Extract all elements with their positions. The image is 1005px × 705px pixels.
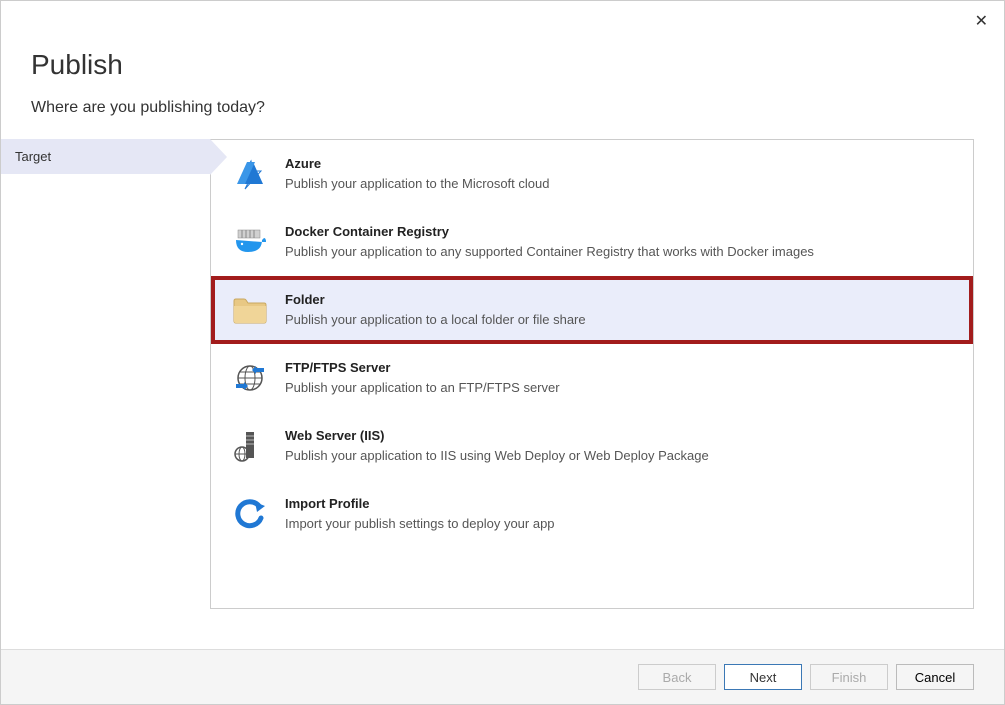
close-icon[interactable]: ✕ xyxy=(975,11,988,31)
folder-icon xyxy=(231,290,271,330)
option-title: Docker Container Registry xyxy=(285,222,814,242)
docker-icon xyxy=(231,222,271,262)
option-title: Folder xyxy=(285,290,586,310)
option-title: Web Server (IIS) xyxy=(285,426,709,446)
option-ftp[interactable]: FTP/FTPS Server Publish your application… xyxy=(211,344,973,412)
wizard-footer: Back Next Finish Cancel xyxy=(1,649,1004,704)
cancel-button[interactable]: Cancel xyxy=(896,664,974,690)
wizard-steps-sidebar: Target xyxy=(1,139,210,609)
page-subtitle: Where are you publishing today? xyxy=(31,99,974,117)
option-azure[interactable]: Azure Publish your application to the Mi… xyxy=(211,140,973,208)
azure-icon xyxy=(231,154,271,194)
page-title: Publish xyxy=(31,49,974,81)
ftp-icon xyxy=(231,358,271,398)
option-desc: Publish your application to IIS using We… xyxy=(285,446,709,466)
publish-target-panel: Azure Publish your application to the Mi… xyxy=(210,139,974,609)
back-button: Back xyxy=(638,664,716,690)
option-desc: Publish your application to any supporte… xyxy=(285,242,814,262)
option-import[interactable]: Import Profile Import your publish setti… xyxy=(211,480,973,548)
next-button[interactable]: Next xyxy=(724,664,802,690)
finish-button: Finish xyxy=(810,664,888,690)
option-desc: Publish your application to an FTP/FTPS … xyxy=(285,378,560,398)
option-desc: Import your publish settings to deploy y… xyxy=(285,514,555,534)
import-icon xyxy=(231,494,271,534)
option-folder[interactable]: Folder Publish your application to a loc… xyxy=(211,276,973,344)
option-title: FTP/FTPS Server xyxy=(285,358,560,378)
sidebar-item-label: Target xyxy=(15,149,51,164)
option-iis[interactable]: Web Server (IIS) Publish your applicatio… xyxy=(211,412,973,480)
header: Publish Where are you publishing today? xyxy=(1,1,1004,117)
option-title: Import Profile xyxy=(285,494,555,514)
option-desc: Publish your application to the Microsof… xyxy=(285,174,549,194)
option-title: Azure xyxy=(285,154,549,174)
option-desc: Publish your application to a local fold… xyxy=(285,310,586,330)
sidebar-item-target[interactable]: Target xyxy=(1,139,210,174)
iis-icon xyxy=(231,426,271,466)
option-docker[interactable]: Docker Container Registry Publish your a… xyxy=(211,208,973,276)
